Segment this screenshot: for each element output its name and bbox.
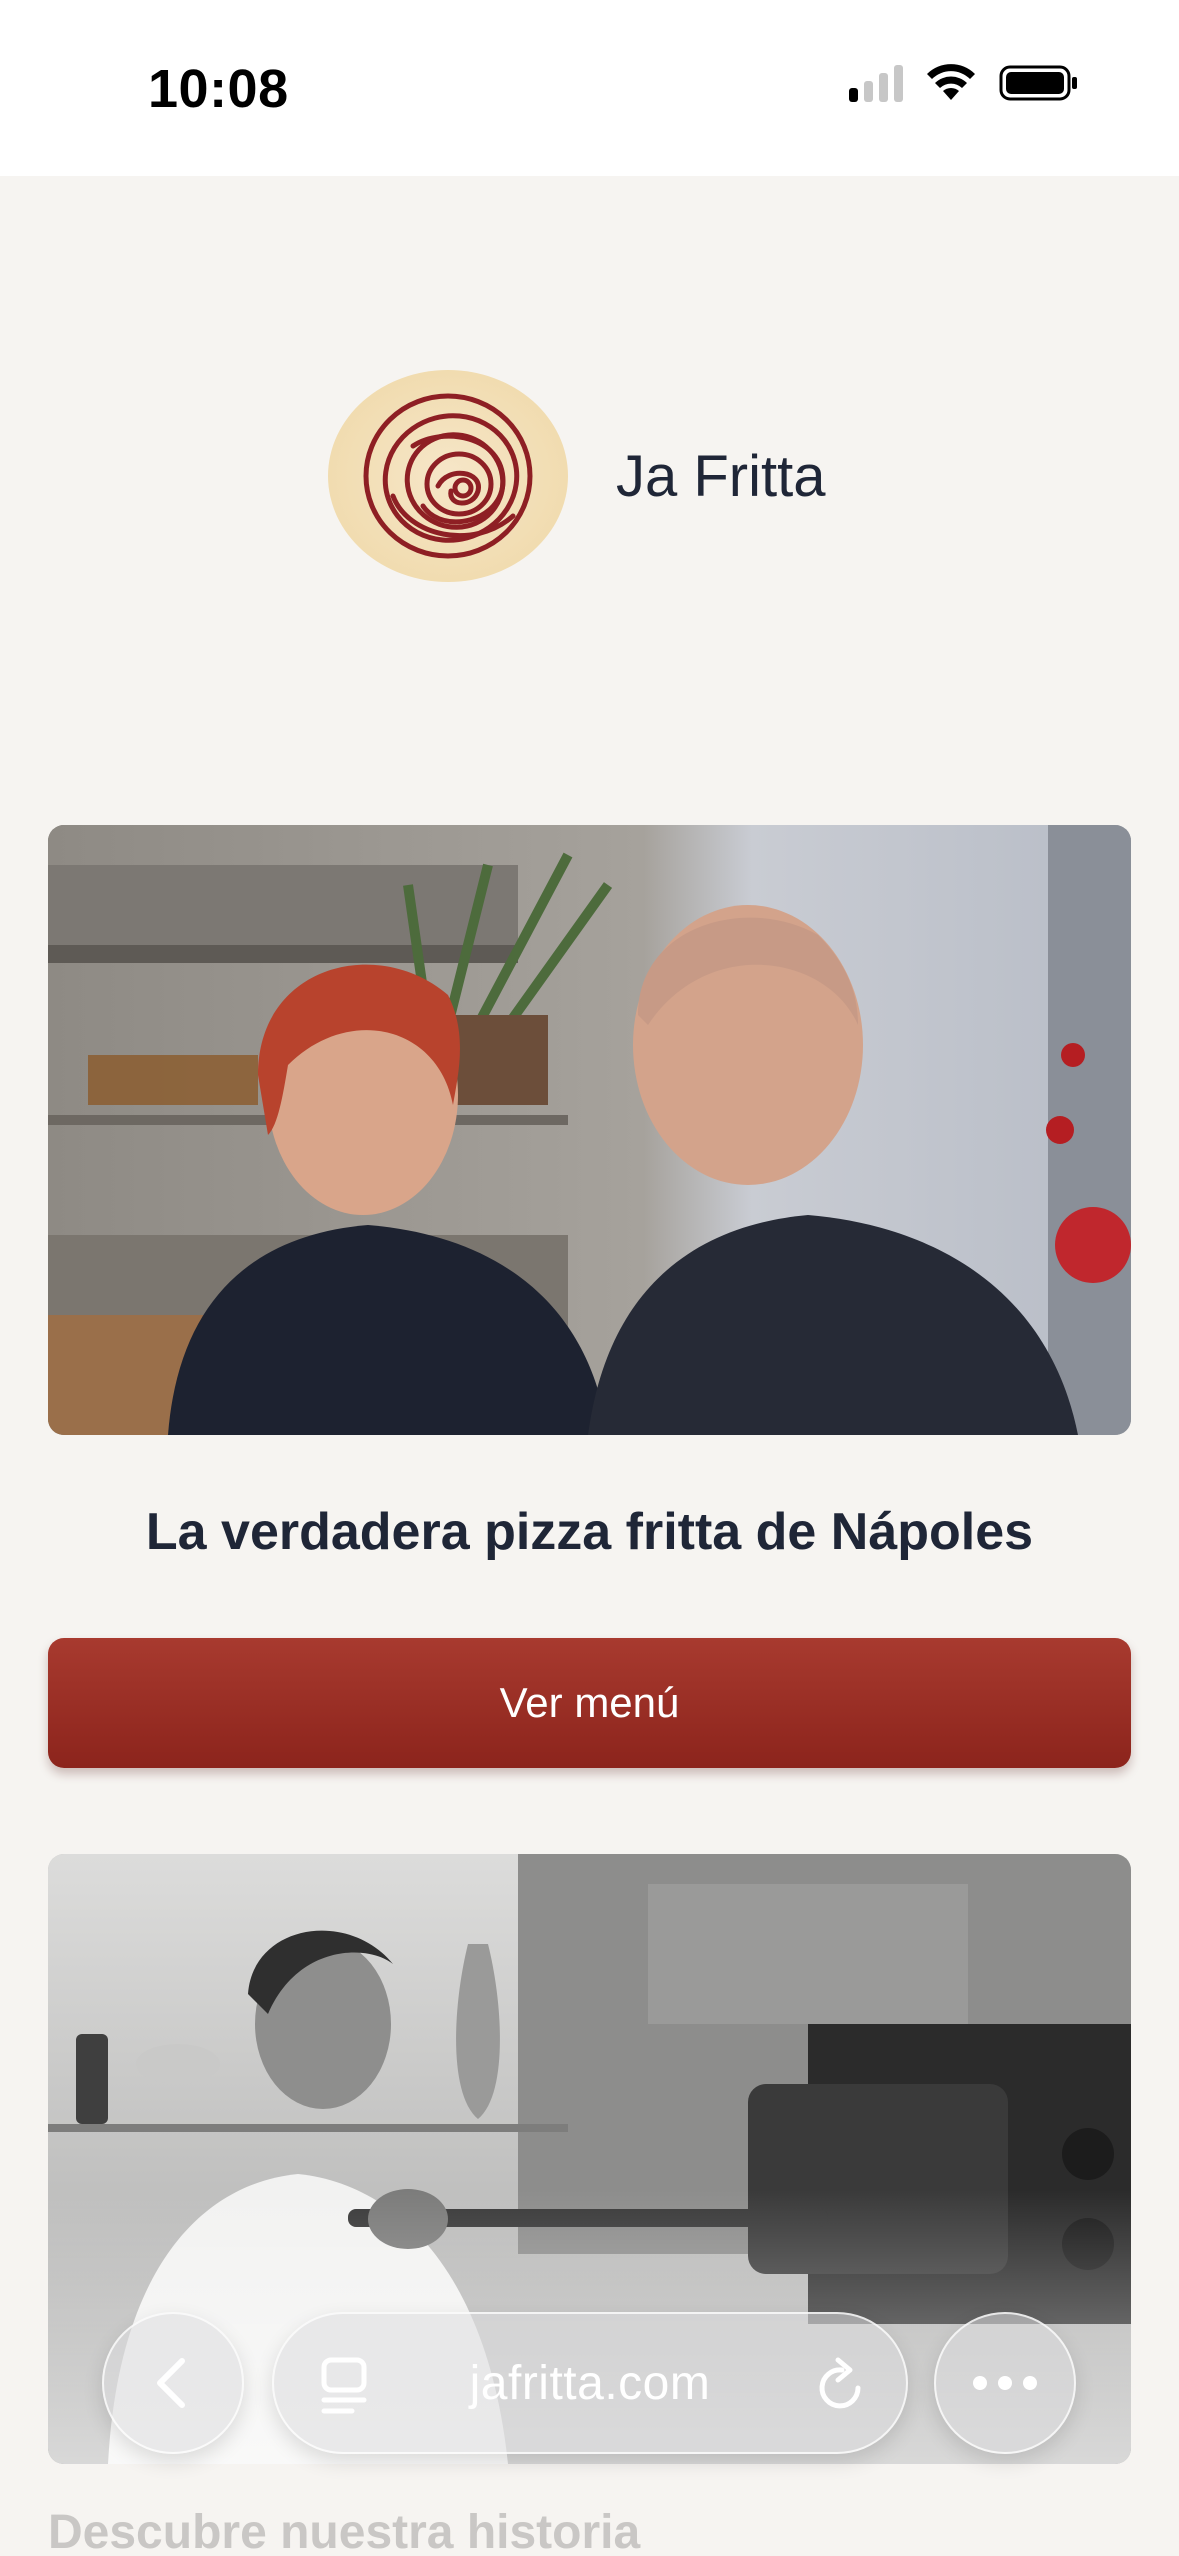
- more-button[interactable]: [934, 2312, 1076, 2454]
- battery-icon: [999, 65, 1077, 101]
- rose-logo-icon: [363, 393, 533, 559]
- view-menu-button[interactable]: Ver menú: [48, 1638, 1131, 1768]
- status-time: 10:08: [148, 59, 289, 119]
- more-icon: [973, 2376, 1037, 2390]
- hero-tagline: La verdadera pizza fritta de Nápoles: [145, 1503, 1034, 1561]
- address-bar[interactable]: jafritta.com: [272, 2312, 908, 2454]
- brand-header: Ja Fritta: [328, 370, 826, 582]
- story-section-title: Descubre nuestra historia: [48, 2506, 641, 2556]
- hero-photo: [48, 825, 1131, 1435]
- back-icon: [157, 2358, 185, 2408]
- wifi-icon: [927, 64, 975, 100]
- signal-icon: [849, 64, 903, 102]
- status-icons: [849, 64, 1079, 102]
- status-bar: 10:08: [0, 0, 1179, 176]
- reload-icon[interactable]: [812, 2354, 870, 2416]
- back-button[interactable]: [102, 2312, 244, 2454]
- restaurant-logo: [328, 370, 568, 582]
- restaurant-name: Ja Fritta: [616, 443, 826, 509]
